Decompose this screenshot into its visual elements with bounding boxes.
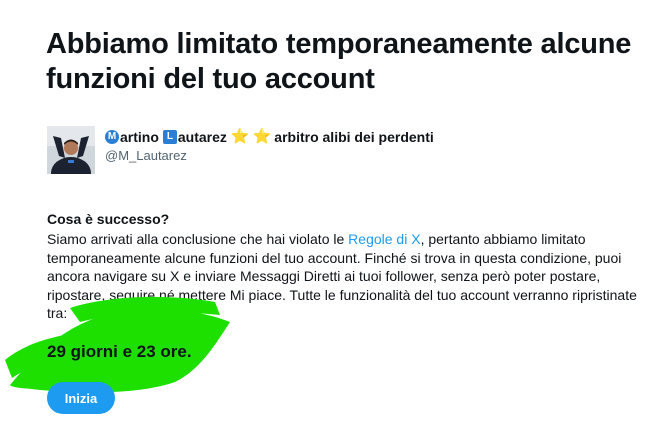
explanation-text-start: Siamo arrivati alla conclusione che hai … (47, 231, 349, 247)
display-name[interactable]: M artino L autarez ⭐ ⭐ arbitro alibi dei… (105, 128, 645, 146)
name-suffix: arbitro alibi dei perdenti (274, 129, 434, 145)
star-icon: ⭐ (252, 128, 272, 145)
user-handle: @M_Lautarez (105, 148, 187, 163)
avatar[interactable] (47, 126, 95, 174)
start-button[interactable]: Inizia (47, 382, 115, 414)
name-part-first: artino (120, 129, 159, 145)
profile-photo-icon (47, 126, 95, 174)
letter-m-badge-icon: M (105, 130, 119, 144)
page-title: Abbiamo limitato temporaneamente alcune … (46, 28, 632, 95)
star-icon: ⭐ (230, 128, 250, 145)
section-heading: Cosa è successo? (47, 211, 170, 227)
restriction-duration: 29 giorni e 23 ore. (47, 342, 192, 361)
x-rules-link[interactable]: Regole di X (348, 231, 420, 247)
user-info: M artino L autarez ⭐ ⭐ arbitro alibi dei… (105, 128, 645, 164)
user-card[interactable]: M artino L autarez ⭐ ⭐ arbitro alibi dei… (47, 126, 647, 176)
letter-l-badge-icon: L (162, 130, 177, 144)
name-part-last: autarez (177, 129, 227, 145)
